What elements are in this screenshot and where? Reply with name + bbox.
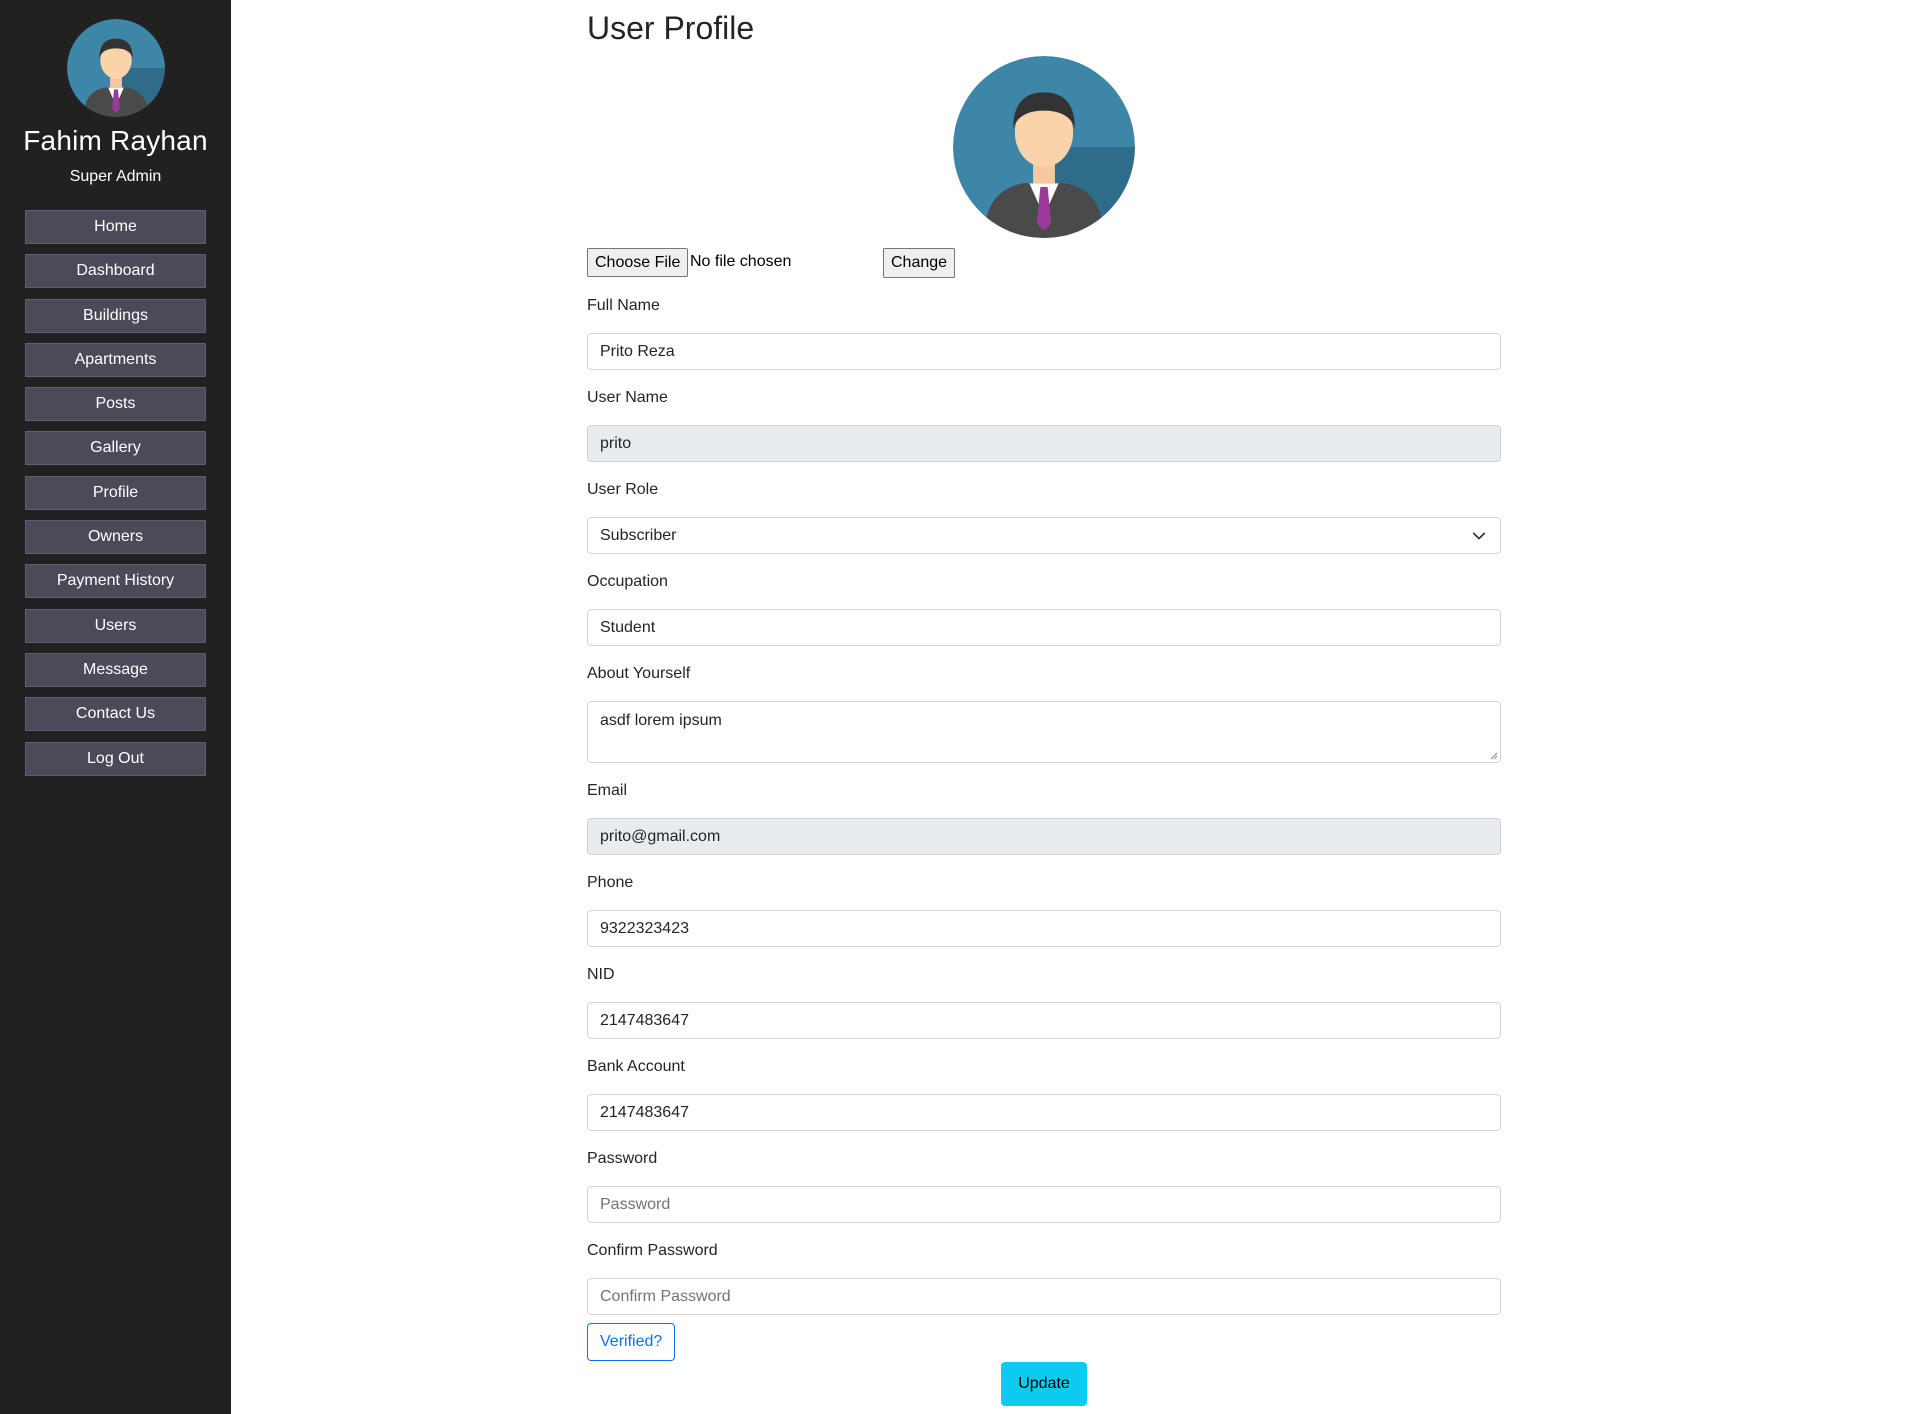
about-text: asdf lorem ipsum	[600, 712, 722, 729]
sidebar-nav: Home Dashboard Buildings Apartments Post…	[25, 210, 206, 786]
sidebar-item-message[interactable]: Message	[25, 652, 206, 687]
about-label: About Yourself	[587, 665, 691, 682]
user-role-value: Subscriber	[600, 527, 677, 544]
businessman-avatar-icon	[953, 56, 1135, 238]
sidebar-item-buildings[interactable]: Buildings	[25, 298, 206, 333]
sidebar-item-gallery[interactable]: Gallery	[25, 431, 206, 466]
chevron-down-icon	[1472, 532, 1486, 540]
nid-input[interactable]: 2147483647	[587, 1002, 1501, 1039]
resize-grip-icon[interactable]	[1488, 750, 1498, 760]
profile-avatar	[953, 56, 1135, 238]
file-status: No file chosen	[690, 253, 792, 270]
update-button[interactable]: Update	[1001, 1362, 1087, 1406]
sidebar-user-role: Super Admin	[69, 168, 162, 185]
user-role-select[interactable]: Subscriber	[587, 517, 1501, 554]
sidebar-item-posts[interactable]: Posts	[25, 387, 206, 422]
sidebar-item-users[interactable]: Users	[25, 608, 206, 643]
businessman-avatar-icon	[67, 19, 165, 117]
sidebar-item-owners[interactable]: Owners	[25, 520, 206, 555]
choose-file-button[interactable]: Choose File	[587, 248, 689, 277]
sidebar-item-home[interactable]: Home	[25, 210, 206, 244]
occupation-input[interactable]: Student	[587, 609, 1501, 646]
avatar-upload-row: Choose File No file chosen Change	[587, 248, 1501, 278]
confirm-password-label: Confirm Password	[587, 1242, 718, 1259]
password-input[interactable]: Password	[587, 1186, 1501, 1223]
about-textarea[interactable]: asdf lorem ipsum	[587, 701, 1501, 763]
sidebar-item-log-out[interactable]: Log Out	[25, 741, 206, 776]
sidebar-user-name: Fahim Rayhan	[23, 125, 208, 156]
sidebar-item-apartments[interactable]: Apartments	[25, 342, 206, 377]
page-title: User Profile	[587, 10, 755, 46]
password-label: Password	[587, 1150, 658, 1167]
sidebar-item-profile[interactable]: Profile	[25, 475, 206, 510]
confirm-password-input[interactable]: Confirm Password	[587, 1278, 1501, 1315]
user-role-label: User Role	[587, 481, 659, 498]
sidebar-avatar	[67, 19, 165, 117]
email-label: Email	[587, 782, 628, 799]
user-name-input[interactable]: prito	[587, 425, 1501, 462]
sidebar-item-dashboard[interactable]: Dashboard	[25, 254, 206, 289]
occupation-label: Occupation	[587, 573, 668, 590]
sidebar-item-contact-us[interactable]: Contact Us	[25, 697, 206, 732]
full-name-label: Full Name	[587, 297, 660, 314]
bank-account-input[interactable]: 2147483647	[587, 1094, 1501, 1131]
phone-label: Phone	[587, 874, 634, 891]
phone-input[interactable]: 9322323423	[587, 910, 1501, 947]
sidebar: Fahim Rayhan Super Admin Home Dashboard …	[0, 0, 231, 1414]
verified-button[interactable]: Verified?	[587, 1323, 676, 1361]
nid-label: NID	[587, 966, 615, 983]
bank-account-label: Bank Account	[587, 1058, 685, 1075]
email-input[interactable]: prito@gmail.com	[587, 818, 1501, 855]
sidebar-item-payment-history[interactable]: Payment History	[25, 564, 206, 599]
user-name-label: User Name	[587, 389, 668, 406]
change-avatar-button[interactable]: Change	[883, 248, 956, 278]
full-name-input[interactable]: Prito Reza	[587, 333, 1501, 370]
